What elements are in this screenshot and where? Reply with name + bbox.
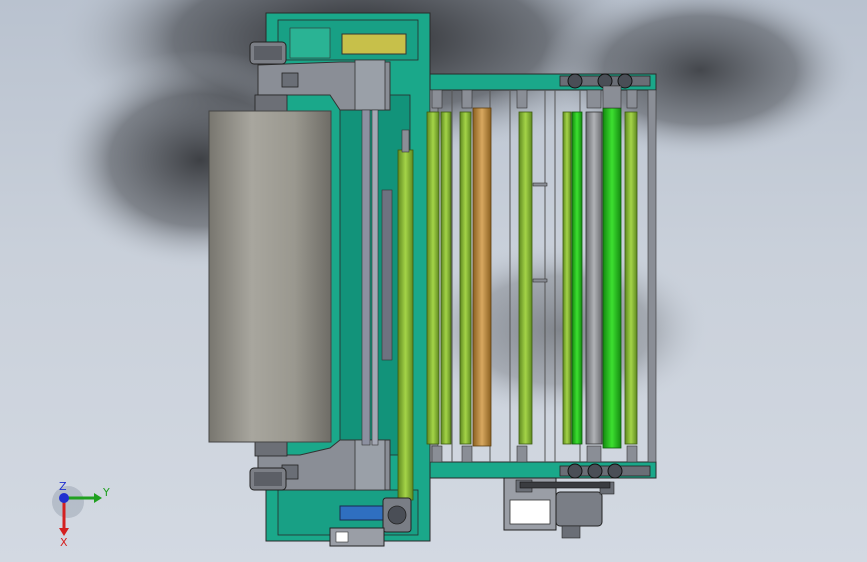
z-axis-label: Z [59,480,67,493]
roller-4[interactable] [518,111,533,445]
background-shadow [50,0,860,420]
coordinate-triad[interactable]: Z Y X [40,480,120,550]
roller-bright-main[interactable] [602,107,622,449]
bottom-sprockets[interactable] [559,463,651,479]
tension-roller[interactable] [397,149,414,501]
roller-2[interactable] [440,111,452,445]
y-axis-arrow-icon [94,493,102,503]
main-drum-cylinder[interactable] [208,110,332,443]
roller-bronze[interactable] [472,107,492,447]
z-axis-dot-icon [59,493,69,503]
roller-3[interactable] [459,111,472,445]
roller-7[interactable] [624,111,638,445]
tension-roller-shaft [401,129,410,153]
roller-5[interactable] [562,111,572,445]
left-bottom-gearbox[interactable] [329,527,385,547]
blue-actuator-block[interactable] [339,505,387,521]
cad-viewport[interactable] [0,0,867,562]
x-axis-label: X [60,536,68,549]
roller-gray[interactable] [585,111,603,445]
right-drive-motor[interactable] [555,481,615,539]
triad-origin-shadow [52,486,84,518]
roller-6[interactable] [571,111,583,445]
x-axis-arrow-icon [59,528,69,536]
roller-1[interactable] [426,111,440,445]
top-yellow-plate[interactable] [341,33,407,55]
y-axis-label: Y [102,486,110,499]
drive-chain [519,481,611,489]
left-drive-motor[interactable] [382,497,412,533]
